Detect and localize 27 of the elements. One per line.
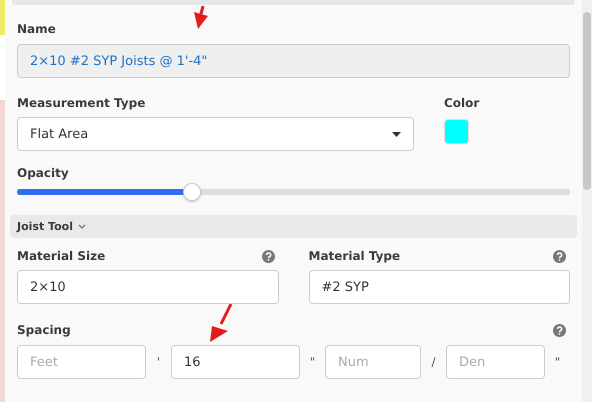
help-icon[interactable] <box>553 250 566 262</box>
unit-label: / <box>430 355 437 369</box>
field-label: Material Size <box>17 248 106 264</box>
scrollbar[interactable] <box>582 0 592 402</box>
slider-thumb[interactable] <box>183 183 202 201</box>
field-label: Color <box>444 95 480 111</box>
section-toggle[interactable]: Joist Tool <box>10 215 577 238</box>
field-label: Measurement Type <box>17 95 146 111</box>
unit-label: " <box>308 355 316 369</box>
field-label: Opacity <box>17 165 69 181</box>
chevron-icon <box>78 224 86 229</box>
spacing-field[interactable]: 16 <box>171 345 300 379</box>
color-swatch[interactable] <box>444 119 469 144</box>
field-label: Material Type <box>308 248 400 264</box>
annotation-arrow <box>209 304 233 342</box>
help-icon[interactable] <box>553 324 566 336</box>
measurement-type-select[interactable]: Flat Area <box>17 117 414 151</box>
field-label: Spacing <box>17 322 71 338</box>
material-size-field[interactable]: 2×10 <box>17 270 278 304</box>
annotation-arrow <box>191 6 209 30</box>
help-icon[interactable] <box>262 250 274 262</box>
unit-label: " <box>554 355 562 369</box>
unit-label: ' <box>156 355 162 369</box>
name-field[interactable]: 2×10 #2 SYP Joists @ 1'-4" <box>17 44 570 78</box>
caret-icon <box>392 132 401 136</box>
material-type-field[interactable]: #2 SYP <box>308 270 570 304</box>
field-label: Name <box>17 21 56 37</box>
